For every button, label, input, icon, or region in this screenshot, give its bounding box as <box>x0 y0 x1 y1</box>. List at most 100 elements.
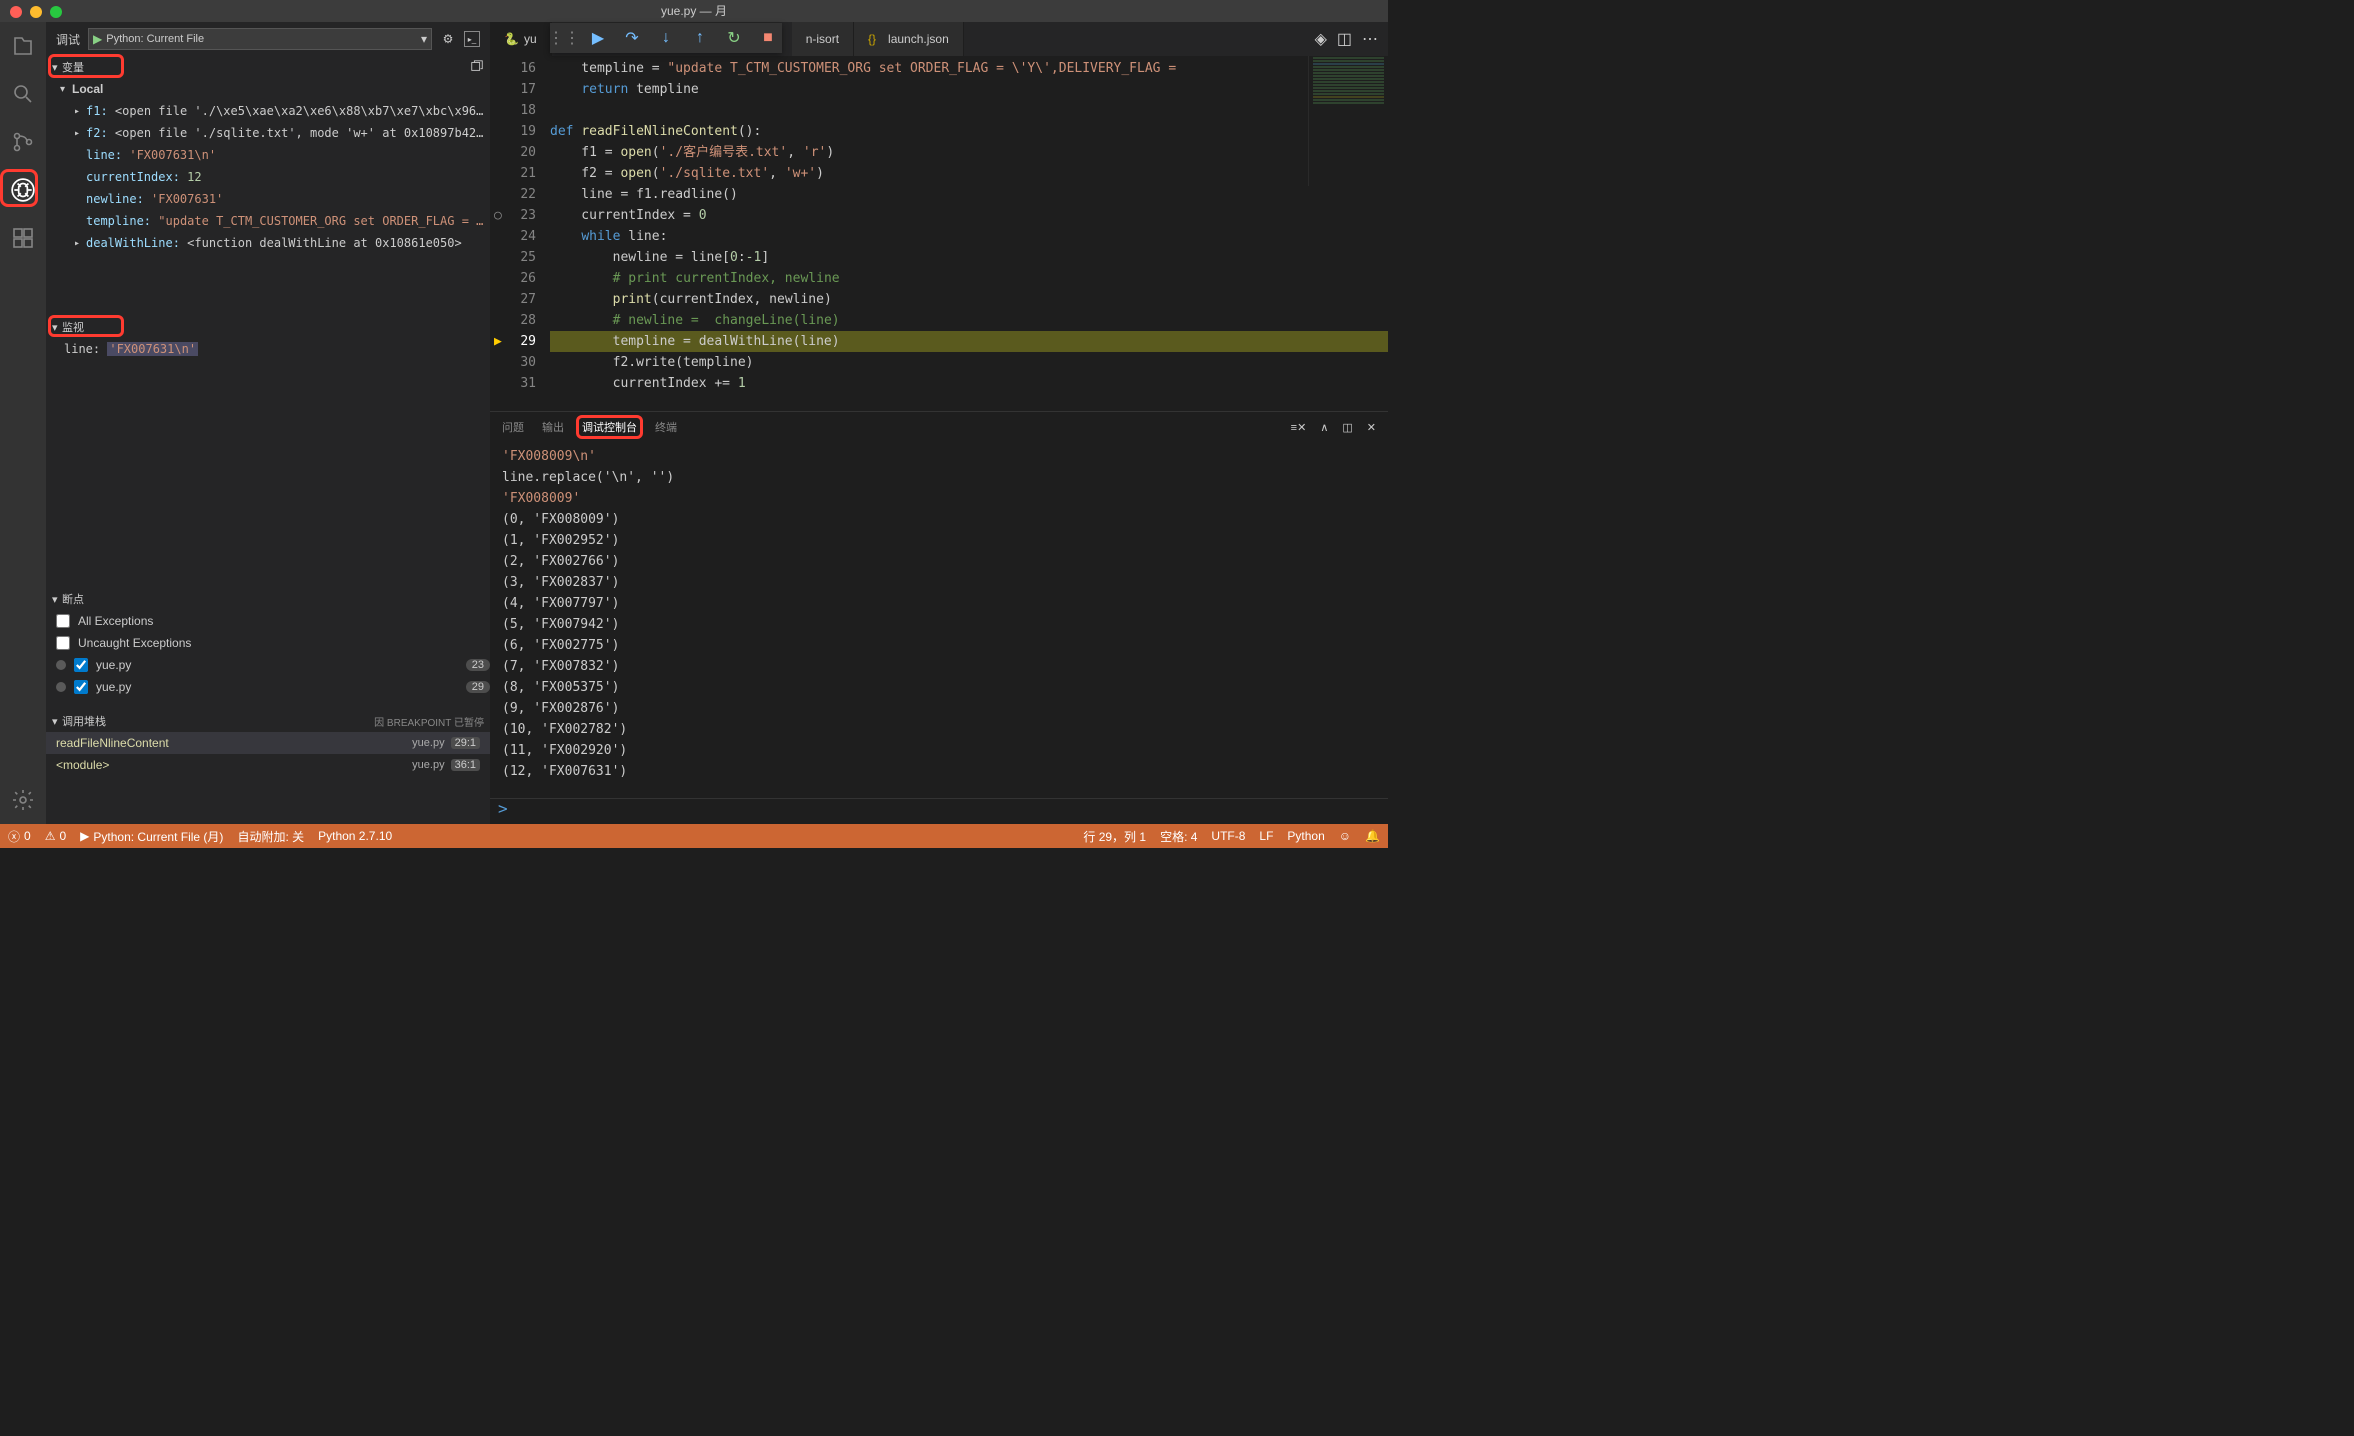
debug-toolbar[interactable]: ⋮⋮ ▶ ↷ ↓ ↑ ↻ ■ <box>550 23 782 53</box>
breakpoint-icon <box>56 682 66 692</box>
chevron-down-icon: ▾ <box>52 715 62 728</box>
callstack-label: 调用堆栈 <box>62 713 106 729</box>
var-templine[interactable]: templine: "update T_CTM_CUSTOMER_ORG set… <box>46 210 490 232</box>
status-eol[interactable]: LF <box>1259 828 1273 845</box>
local-label: Local <box>72 82 103 96</box>
debug-title: 调试 <box>56 31 80 48</box>
explorer-icon[interactable] <box>9 32 37 60</box>
variables-section-header[interactable]: ▾ 变量 <box>46 56 490 78</box>
status-auto-attach[interactable]: 自动附加: 关 <box>237 828 304 845</box>
breakpoint-row[interactable]: yue.py23 <box>46 654 490 676</box>
breakpoint-icon <box>56 660 66 670</box>
debug-console-input[interactable]: > <box>490 798 1388 824</box>
source-control-icon[interactable] <box>9 128 37 156</box>
tab-yue-py[interactable]: 🐍yu <box>490 22 552 56</box>
status-language[interactable]: Python <box>1287 828 1324 845</box>
minimap[interactable] <box>1308 56 1388 186</box>
var-line[interactable]: line: 'FX007631\n' <box>46 144 490 166</box>
diff-icon[interactable]: ◈ <box>1315 29 1327 49</box>
tab-problems[interactable]: 问题 <box>502 419 524 435</box>
status-cursor-pos[interactable]: 行 29，列 1 <box>1083 828 1146 845</box>
code-body[interactable]: templine = "update T_CTM_CUSTOMER_ORG se… <box>550 56 1388 411</box>
continue-icon[interactable]: ▶ <box>590 30 606 46</box>
window-title: yue.py — 月 <box>0 0 1388 22</box>
error-icon: ⓧ <box>8 828 20 845</box>
window-controls <box>10 6 62 18</box>
status-errors[interactable]: ⓧ0 <box>8 828 31 845</box>
step-out-icon[interactable]: ↑ <box>692 30 708 46</box>
json-icon: {} <box>868 32 882 46</box>
search-icon[interactable] <box>9 80 37 108</box>
debug-config-label: Python: Current File <box>106 33 417 45</box>
tab-n-isort[interactable]: n-isort <box>792 22 854 56</box>
debug-config-select[interactable]: ▶ Python: Current File ▾ <box>88 28 432 50</box>
var-newline[interactable]: newline: 'FX007631' <box>46 188 490 210</box>
settings-icon[interactable] <box>9 786 37 814</box>
stop-icon[interactable]: ■ <box>760 30 776 46</box>
tab-debug-console[interactable]: 调试控制台 <box>582 419 637 435</box>
tab-launch-json[interactable]: {}launch.json <box>854 22 964 56</box>
callstack-frame[interactable]: readFileNlineContent yue.py 29:1 <box>46 732 490 754</box>
notifications-icon[interactable]: 🔔 <box>1365 828 1380 845</box>
watch-item[interactable]: line: 'FX007631\n' <box>46 338 490 360</box>
console-icon[interactable]: ▸_ <box>464 31 480 47</box>
debug-icon[interactable] <box>9 176 37 204</box>
bp-uncaught-exceptions[interactable]: Uncaught Exceptions <box>46 632 490 654</box>
callstack-section-header[interactable]: ▾ 调用堆栈 因 BREAKPOINT 已暂停 <box>46 710 490 732</box>
restart-icon[interactable]: ↻ <box>726 30 742 46</box>
extensions-icon[interactable] <box>9 224 37 252</box>
status-indent[interactable]: 空格: 4 <box>1160 828 1197 845</box>
code-editor[interactable]: 16171819 20212223 24252627 28293031 temp… <box>490 56 1388 411</box>
clear-icon[interactable]: ≡✕ <box>1291 421 1307 434</box>
more-icon[interactable]: ⋯ <box>1362 29 1378 49</box>
debug-sidebar: 调试 ▶ Python: Current File ▾ ⚙ ▸_ ▾ 变量 ▾ … <box>46 22 490 824</box>
status-python-version[interactable]: Python 2.7.10 <box>318 829 392 843</box>
bp-all-exceptions[interactable]: All Exceptions <box>46 610 490 632</box>
panel-maximize-icon[interactable]: ◫ <box>1342 421 1352 434</box>
panel-tabs: 问题 输出 调试控制台 终端 ≡✕ ∧ ◫ ✕ <box>490 412 1388 442</box>
tab-output[interactable]: 输出 <box>542 419 564 435</box>
minimize-window-button[interactable] <box>30 6 42 18</box>
gear-icon[interactable]: ⚙ <box>440 31 456 47</box>
var-f2[interactable]: ▸f2: <open file './sqlite.txt', mode 'w+… <box>46 122 490 144</box>
var-currentindex[interactable]: currentIndex: 12 <box>46 166 490 188</box>
feedback-icon[interactable]: ☺ <box>1339 828 1351 845</box>
tab-terminal[interactable]: 终端 <box>655 419 677 435</box>
collapse-all-icon[interactable] <box>470 59 484 76</box>
close-panel-icon[interactable]: ✕ <box>1367 421 1376 434</box>
breakpoints-label: 断点 <box>62 591 84 607</box>
callstack-frame[interactable]: <module> yue.py 36:1 <box>46 754 490 776</box>
status-bar: ⓧ0 ⚠0 ▶Python: Current File (月) 自动附加: 关 … <box>0 824 1388 848</box>
panel: 问题 输出 调试控制台 终端 ≡✕ ∧ ◫ ✕ 'FX008009\n' lin… <box>490 411 1388 824</box>
watch-section-header[interactable]: ▾ 监视 <box>46 316 490 338</box>
status-run-config[interactable]: ▶Python: Current File (月) <box>80 828 223 845</box>
debug-header: 调试 ▶ Python: Current File ▾ ⚙ ▸_ <box>46 22 490 56</box>
checkbox[interactable] <box>56 636 70 650</box>
warning-icon: ⚠ <box>45 829 56 843</box>
var-dealwithline[interactable]: ▸dealWithLine: <function dealWithLine at… <box>46 232 490 254</box>
step-into-icon[interactable]: ↓ <box>658 30 674 46</box>
debug-console-output[interactable]: 'FX008009\n' line.replace('\n', '') 'FX0… <box>490 442 1388 798</box>
status-warnings[interactable]: ⚠0 <box>45 829 66 843</box>
status-encoding[interactable]: UTF-8 <box>1211 828 1245 845</box>
scope-local[interactable]: ▾ Local <box>46 78 490 100</box>
breakpoint-row[interactable]: yue.py29 <box>46 676 490 698</box>
close-window-button[interactable] <box>10 6 22 18</box>
line-gutter: 16171819 20212223 24252627 28293031 <box>490 56 550 411</box>
checkbox[interactable] <box>74 658 88 672</box>
activity-bar <box>0 22 46 824</box>
var-f1[interactable]: ▸f1: <open file './\xe5\xae\xa2\xe6\x88\… <box>46 100 490 122</box>
drag-handle-icon[interactable]: ⋮⋮ <box>556 30 572 46</box>
callstack-status: 因 BREAKPOINT 已暂停 <box>374 714 484 729</box>
breakpoints-section-header[interactable]: ▾ 断点 <box>46 588 490 610</box>
split-editor-icon[interactable]: ◫ <box>1337 29 1352 49</box>
checkbox[interactable] <box>74 680 88 694</box>
play-icon[interactable]: ▶ <box>93 32 102 46</box>
chevron-down-icon: ▾ <box>52 593 62 606</box>
checkbox[interactable] <box>56 614 70 628</box>
maximize-window-button[interactable] <box>50 6 62 18</box>
chevron-up-icon[interactable]: ∧ <box>1320 421 1328 434</box>
step-over-icon[interactable]: ↷ <box>624 30 640 46</box>
python-icon: 🐍 <box>504 32 518 46</box>
chevron-down-icon[interactable]: ▾ <box>421 32 427 46</box>
